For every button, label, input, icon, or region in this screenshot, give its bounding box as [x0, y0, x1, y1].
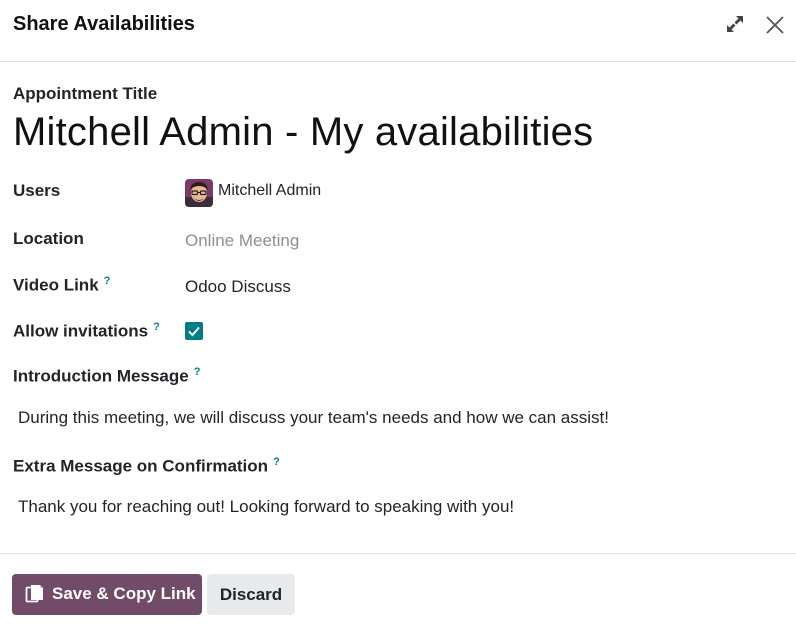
dialog-footer: Save & Copy Link Discard	[0, 553, 796, 624]
location-input[interactable]: Online Meeting	[185, 231, 299, 251]
location-label: Location	[13, 229, 84, 248]
intro-message-input[interactable]: During this meeting, we will discuss you…	[18, 408, 609, 428]
save-copy-link-label: Save & Copy Link	[52, 584, 196, 603]
copy-icon	[25, 584, 45, 604]
intro-message-label: Introduction Message?	[13, 366, 200, 387]
dialog-header: Share Availabilities	[0, 0, 796, 62]
allow-invitations-label-text: Allow invitations	[13, 321, 149, 341]
extra-message-label-text: Extra Message on Confirmation	[13, 456, 269, 476]
check-icon	[188, 326, 200, 337]
video-link-help-icon[interactable]: ?	[104, 275, 111, 287]
video-link-label-text: Video Link	[13, 275, 99, 295]
allow-invitations-label: Allow invitations?	[13, 321, 160, 342]
video-link-label: Video Link?	[13, 275, 110, 296]
extra-message-label: Extra Message on Confirmation?	[13, 456, 280, 477]
share-availabilities-dialog: Share Availabilities Appointment Title M…	[0, 0, 796, 624]
video-link-select[interactable]: Odoo Discuss	[185, 277, 291, 297]
dialog-title: Share Availabilities	[13, 13, 195, 35]
discard-button[interactable]: Discard	[207, 574, 295, 615]
extra-message-help-icon[interactable]: ?	[273, 456, 280, 468]
expand-icon[interactable]	[724, 13, 746, 35]
users-value[interactable]: Mitchell Admin	[218, 182, 321, 200]
user-avatar	[185, 179, 213, 207]
extra-message-input[interactable]: Thank you for reaching out! Looking forw…	[18, 497, 514, 517]
appointment-title-label: Appointment Title	[13, 84, 158, 103]
allow-invitations-help-icon[interactable]: ?	[153, 321, 160, 333]
appointment-title-input[interactable]: Mitchell Admin - My availabilities	[13, 110, 593, 155]
allow-invitations-checkbox[interactable]	[185, 322, 203, 340]
intro-message-label-text: Introduction Message	[13, 366, 189, 386]
close-icon[interactable]	[763, 13, 787, 37]
save-copy-link-button[interactable]: Save & Copy Link	[12, 574, 202, 615]
intro-message-help-icon[interactable]: ?	[194, 366, 201, 378]
users-label: Users	[13, 181, 61, 200]
